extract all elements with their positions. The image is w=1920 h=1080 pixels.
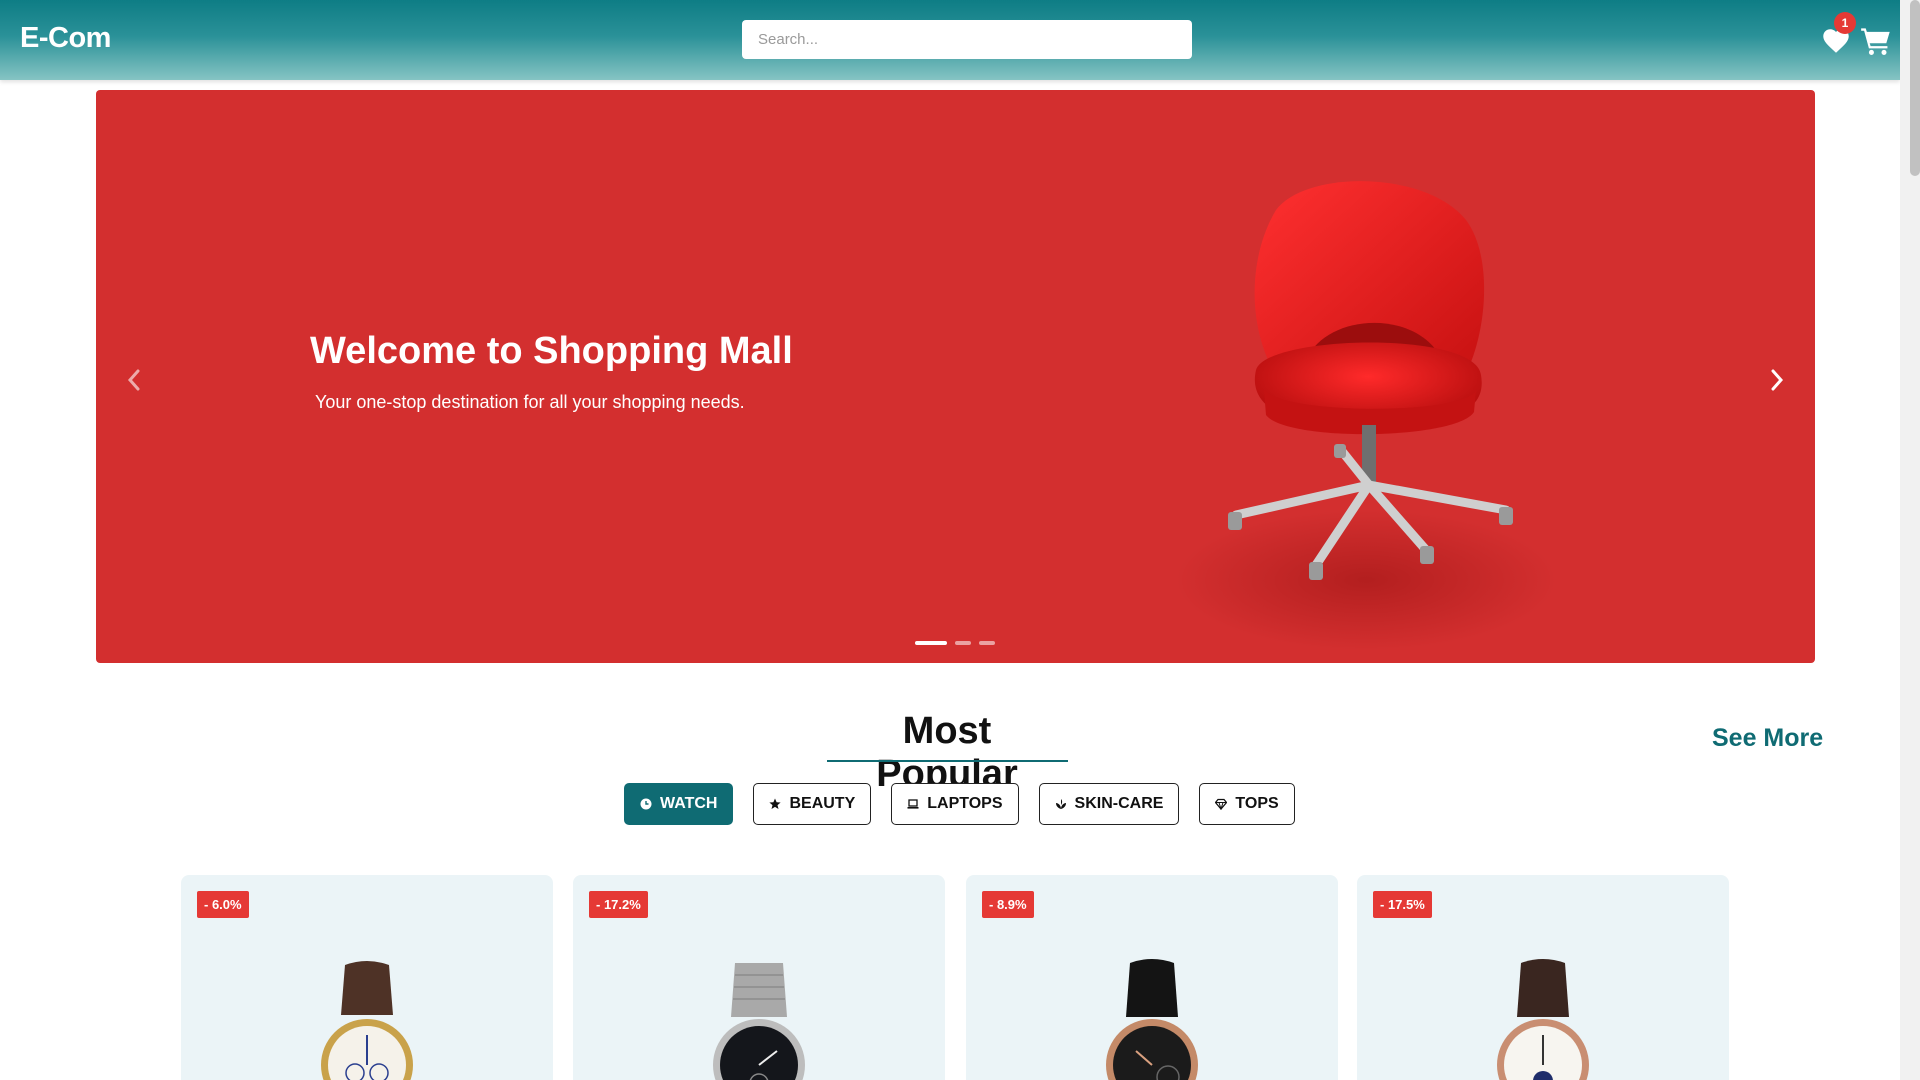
wishlist-count-badge: 1: [1834, 12, 1856, 34]
product-card[interactable]: - 17.5%: [1357, 875, 1729, 1080]
search-input[interactable]: [742, 20, 1192, 59]
carousel-dot-3[interactable]: [979, 641, 995, 645]
discount-badge: - 17.5%: [1373, 891, 1432, 918]
top-navbar: E-Com 1: [0, 0, 1900, 80]
category-filter: WATCH BEAUTY LAPTOPS SKIN-CARE TOPS: [624, 783, 1295, 825]
carousel-dot-2[interactable]: [955, 641, 971, 645]
star-icon: [769, 798, 782, 809]
section-title-underline: [827, 760, 1068, 762]
red-chair-image: [1176, 181, 1556, 650]
gem-icon: [1215, 798, 1228, 810]
category-beauty-button[interactable]: BEAUTY: [753, 783, 872, 825]
category-label: TOPS: [1235, 795, 1279, 812]
site-logo[interactable]: E-Com: [20, 22, 111, 55]
watch-image: [1497, 959, 1589, 1080]
category-label: SKIN-CARE: [1074, 795, 1164, 812]
chevron-right-icon: [1771, 369, 1784, 391]
discount-badge: - 17.2%: [589, 891, 648, 918]
product-card[interactable]: - 8.9%: [966, 875, 1338, 1080]
watch-image: [321, 961, 413, 1080]
hero-subtitle: Your one-stop destination for all your s…: [315, 392, 745, 412]
clock-icon: [640, 798, 652, 810]
category-label: WATCH: [660, 795, 718, 812]
leaf-icon: [1055, 799, 1066, 809]
carousel-next-button[interactable]: [1757, 360, 1797, 400]
category-label: LAPTOPS: [927, 795, 1003, 812]
chevron-left-icon: [127, 369, 140, 391]
category-laptops-button[interactable]: LAPTOPS: [891, 783, 1019, 825]
watch-image: [713, 963, 805, 1080]
carousel-indicators: [915, 641, 995, 645]
hero-carousel: Welcome to Shopping Mall Your one-stop d…: [96, 90, 1815, 663]
laptop-icon: [907, 799, 919, 809]
discount-badge: - 8.9%: [982, 891, 1034, 918]
hero-title: Welcome to Shopping Mall: [310, 330, 793, 372]
see-more-link[interactable]: See More: [1712, 724, 1823, 753]
watch-image: [1106, 959, 1198, 1080]
category-tops-button[interactable]: TOPS: [1199, 783, 1295, 825]
discount-badge: - 6.0%: [197, 891, 249, 918]
carousel-dot-1[interactable]: [915, 641, 947, 645]
category-skin-care-button[interactable]: SKIN-CARE: [1038, 783, 1180, 825]
product-card[interactable]: - 6.0%: [181, 875, 553, 1080]
product-card[interactable]: - 17.2%: [573, 875, 945, 1080]
cart-icon[interactable]: [1860, 26, 1892, 56]
category-label: BEAUTY: [789, 795, 856, 812]
scrollbar-thumb[interactable]: [1910, 0, 1920, 176]
category-watch-button[interactable]: WATCH: [624, 783, 734, 825]
carousel-prev-button[interactable]: [114, 360, 154, 400]
